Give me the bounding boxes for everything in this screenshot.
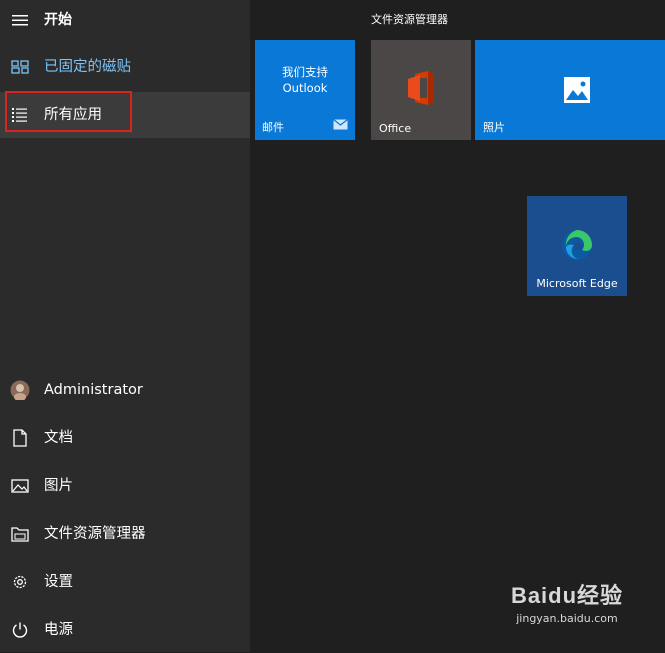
- sidebar-item-label: 文档: [44, 430, 73, 446]
- list-icon: [10, 105, 30, 125]
- start-title: 开始: [44, 12, 72, 28]
- avatar: [10, 380, 30, 400]
- sidebar-item-label: 已固定的磁贴: [44, 59, 131, 75]
- tile-mail-promo: 我们支持 Outlook: [255, 64, 355, 96]
- sidebar-item-pictures[interactable]: 图片: [0, 463, 250, 509]
- sidebar-item-all-apps[interactable]: 所有应用: [0, 92, 250, 138]
- tile-office[interactable]: Office: [371, 40, 471, 140]
- picture-icon: [10, 476, 30, 496]
- hamburger-icon[interactable]: [10, 10, 30, 30]
- sidebar-item-settings[interactable]: 设置: [0, 559, 250, 605]
- tiles-icon: [10, 57, 30, 77]
- sidebar-item-user[interactable]: Administrator: [0, 367, 250, 413]
- tile-mail[interactable]: 我们支持 Outlook 邮件: [255, 40, 355, 140]
- sidebar-item-pinned-tiles[interactable]: 已固定的磁贴: [0, 44, 250, 90]
- sidebar-item-label: 图片: [44, 478, 73, 494]
- sidebar-item-label: Administrator: [44, 382, 143, 398]
- start-menu-header[interactable]: 开始: [0, 0, 250, 40]
- tile-microsoft-edge[interactable]: Microsoft Edge: [527, 196, 627, 296]
- promo-line: Outlook: [282, 81, 328, 95]
- tile-group-title[interactable]: 文件资源管理器: [371, 11, 448, 27]
- tile-label: 照片: [483, 121, 505, 134]
- watermark-url: jingyan.baidu.com: [516, 612, 618, 625]
- gear-icon: [10, 572, 30, 592]
- power-icon: [10, 620, 30, 640]
- promo-line: 我们支持: [282, 65, 328, 79]
- folder-icon: [10, 524, 30, 544]
- edge-icon: [560, 228, 594, 266]
- tile-label: 邮件: [262, 121, 284, 134]
- start-sidebar: 开始 已固定的磁贴 所有应用 Administrator 文档 图片 文件资源管…: [0, 0, 250, 652]
- sidebar-item-label: 电源: [44, 622, 73, 638]
- document-icon: [10, 428, 30, 448]
- sidebar-item-label: 设置: [44, 574, 73, 590]
- sidebar-item-file-explorer[interactable]: 文件资源管理器: [0, 511, 250, 557]
- tile-label: Microsoft Edge: [536, 277, 618, 290]
- office-icon: [406, 70, 436, 110]
- baidu-watermark: Baidu经验 jingyan.baidu.com: [507, 578, 627, 625]
- sidebar-item-label: 所有应用: [44, 107, 102, 123]
- tile-label: Office: [379, 122, 412, 135]
- sidebar-item-label: 文件资源管理器: [44, 526, 146, 542]
- sidebar-item-documents[interactable]: 文档: [0, 415, 250, 461]
- watermark-logo: Baidu经验: [510, 583, 624, 608]
- sidebar-item-power[interactable]: 电源: [0, 607, 250, 653]
- mail-icon: [333, 115, 348, 134]
- tile-photos[interactable]: 照片: [475, 40, 665, 140]
- photos-icon: [563, 76, 591, 108]
